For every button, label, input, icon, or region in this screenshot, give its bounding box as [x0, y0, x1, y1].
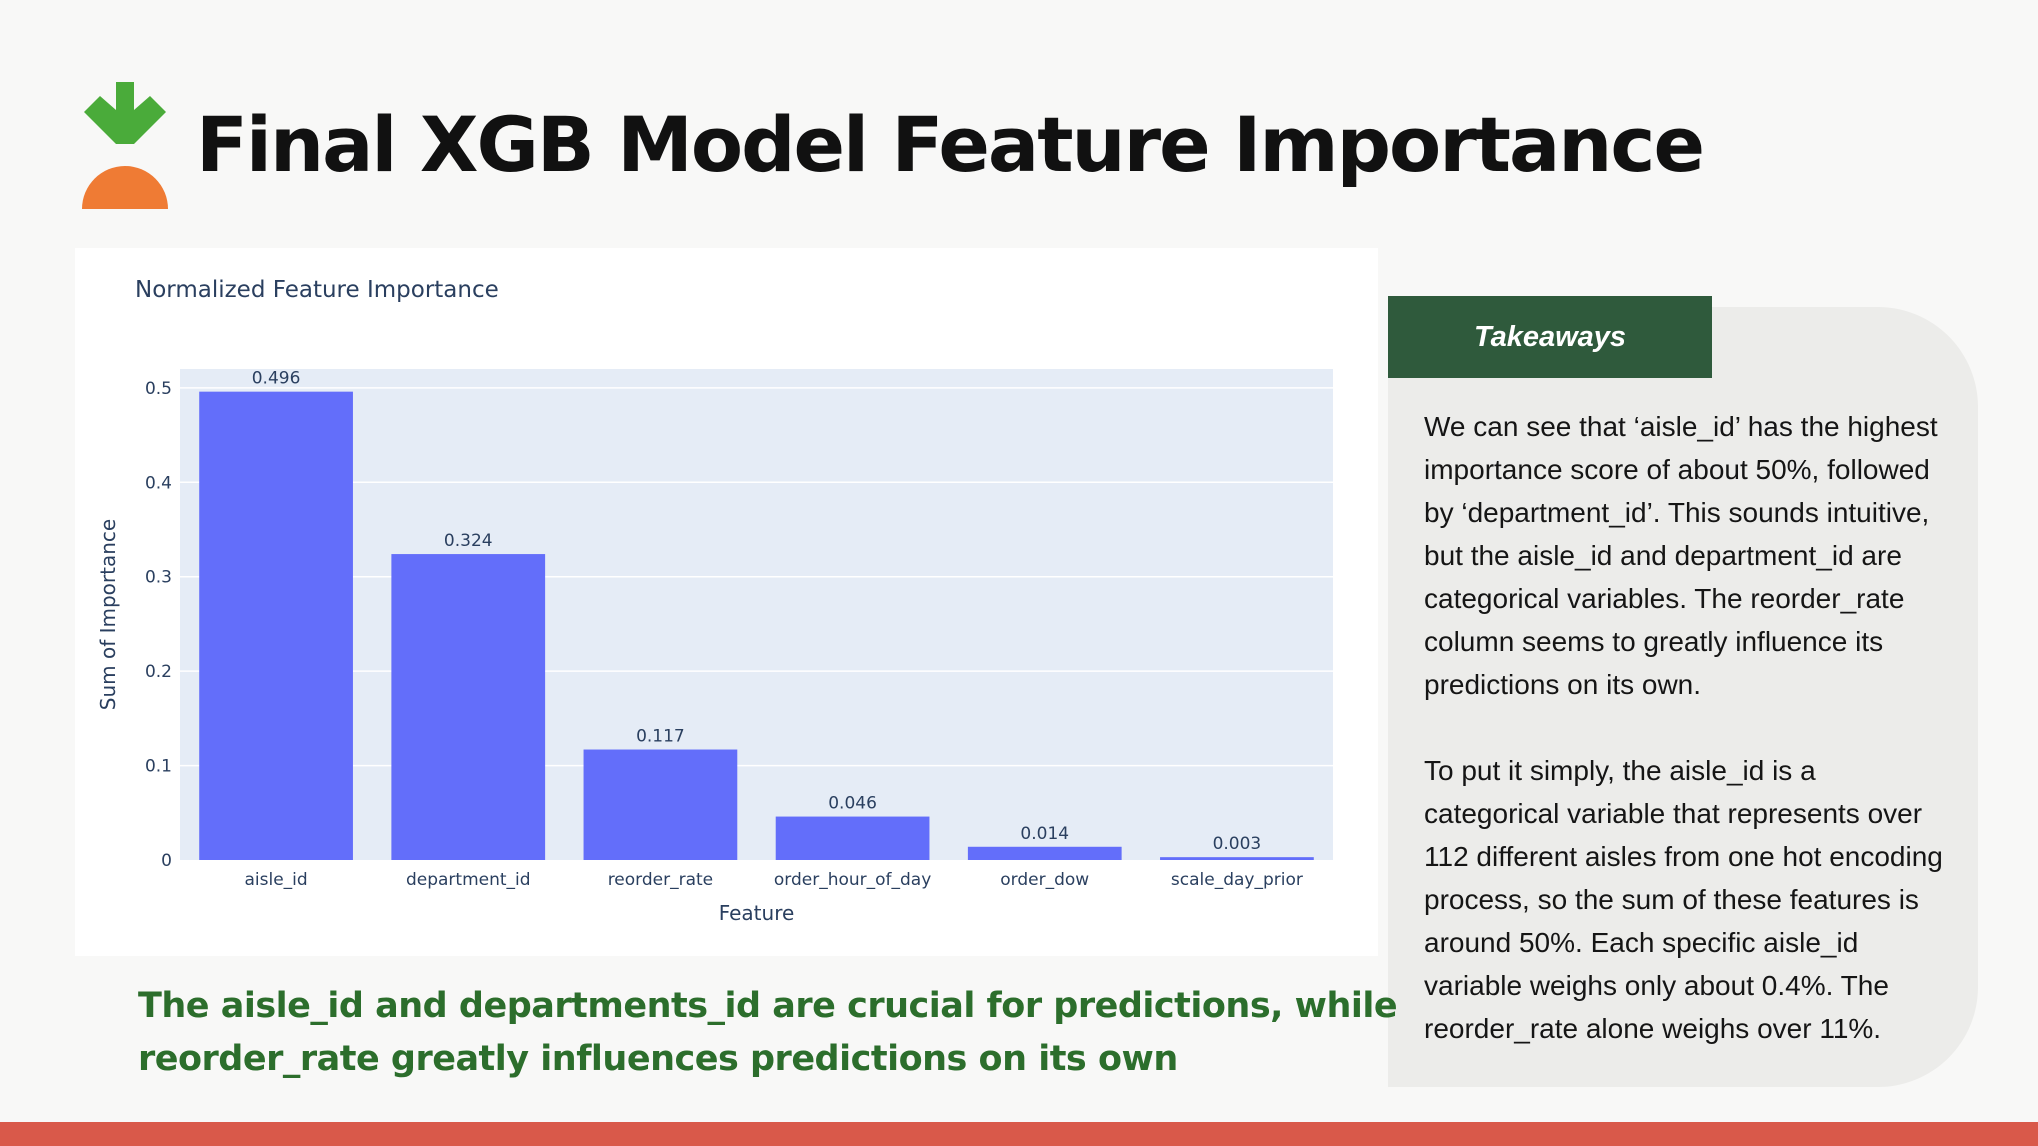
x-tick-label: department_id: [406, 870, 531, 890]
y-tick-label: 0.1: [145, 757, 172, 777]
y-tick-label: 0.3: [145, 568, 172, 588]
x-tick-label: reorder_rate: [608, 870, 713, 890]
y-tick-label: 0.4: [145, 473, 172, 493]
y-tick-label: 0: [161, 851, 172, 871]
bar-value-label: 0.496: [252, 369, 301, 389]
carrot-logo-icon: [82, 82, 168, 209]
chart-title: Normalized Feature Importance: [135, 277, 499, 303]
carrot-root: [82, 166, 168, 209]
bottom-accent-bar: [0, 1122, 2038, 1146]
bar-reorder-rate: [583, 749, 738, 860]
bar-order-hour-of-day: [775, 816, 930, 860]
conclusion-text: The aisle_id and departments_id are cruc…: [138, 986, 1398, 1079]
takeaways-text: We can see that ‘aisle_id’ has the highe…: [1424, 405, 1986, 1050]
page-title: Final XGB Model Feature Importance: [196, 100, 1705, 189]
feature-importance-chart: Normalized Feature Importance 0 0.1 0.2 0.3 0…: [96, 277, 1333, 925]
x-tick-label: order_dow: [1000, 870, 1089, 890]
x-tick-label: scale_day_prior: [1171, 870, 1303, 890]
takeaway-paragraph-2: To put it simply, the aisle_id is a cate…: [1424, 755, 1943, 1044]
carrot-leaf: [84, 82, 166, 144]
bar-order-dow: [967, 846, 1122, 860]
bar-value-label: 0.014: [1020, 824, 1069, 844]
x-axis-title: Feature: [719, 901, 795, 925]
bar-value-label: 0.324: [444, 531, 493, 551]
bar-aisle-id: [199, 391, 353, 860]
y-tick-label: 0.5: [145, 379, 172, 399]
x-tick-label: aisle_id: [244, 870, 307, 890]
bar-value-label: 0.003: [1213, 834, 1262, 854]
y-axis-title: Sum of Importance: [96, 519, 120, 710]
takeaway-paragraph-1: We can see that ‘aisle_id’ has the highe…: [1424, 411, 1938, 700]
bar-value-label: 0.046: [828, 794, 877, 814]
bar-department-id: [391, 554, 546, 860]
chart-card: Normalized Feature Importance 0 0.1 0.2 0.3 0…: [75, 248, 1378, 956]
takeaways-heading: Takeaways: [1388, 296, 1712, 378]
bar-scale-day-prior: [1160, 857, 1314, 860]
y-tick-label: 0.2: [145, 662, 172, 682]
x-tick-label: order_hour_of_day: [774, 870, 931, 890]
bar-value-label: 0.117: [636, 727, 685, 747]
